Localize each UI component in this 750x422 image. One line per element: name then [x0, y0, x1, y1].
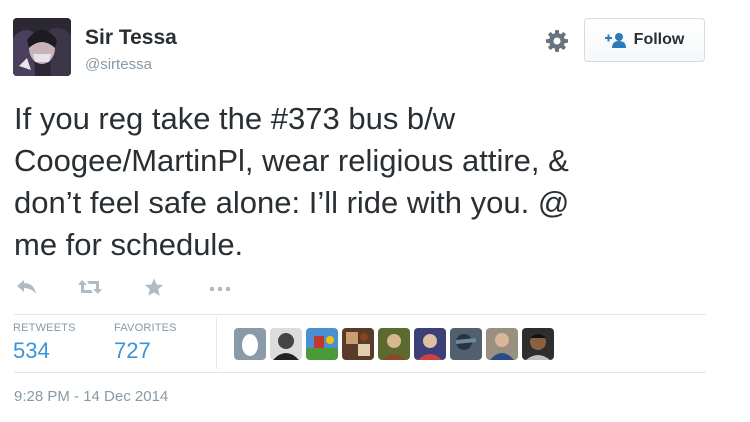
follow-button[interactable]: Follow	[584, 18, 705, 62]
avatar-icon[interactable]	[486, 328, 518, 360]
avatar-icon[interactable]	[450, 328, 482, 360]
user-avatar-icon	[13, 18, 71, 76]
avatar-icon[interactable]	[414, 328, 446, 360]
favoriters-list	[234, 328, 554, 360]
tweet-text: If you reg take the #373 bus b/w Coogee/…	[14, 101, 570, 262]
avatar-icon[interactable]	[378, 328, 410, 360]
author-handle[interactable]: @sirtessa	[85, 56, 152, 73]
more-icon[interactable]	[208, 278, 232, 301]
retweets-count[interactable]: 534	[13, 338, 50, 364]
avatar-icon[interactable]	[522, 328, 554, 360]
avatar-icon[interactable]	[306, 328, 338, 360]
follow-label: Follow	[633, 31, 685, 48]
favorites-label[interactable]: FAVORITES	[114, 322, 177, 334]
egg-avatar-icon[interactable]	[234, 328, 266, 360]
favorite-icon[interactable]	[144, 278, 164, 302]
add-user-icon	[604, 33, 626, 48]
stats-separator	[216, 317, 217, 369]
reply-icon[interactable]	[16, 278, 38, 301]
divider	[14, 314, 706, 315]
avatar-icon[interactable]	[342, 328, 374, 360]
gear-icon[interactable]	[543, 27, 571, 55]
tweet-timestamp[interactable]: 9:28 PM - 14 Dec 2014	[14, 388, 168, 405]
retweets-label[interactable]: RETWEETS	[13, 322, 76, 334]
author-avatar[interactable]	[13, 18, 71, 76]
divider	[14, 372, 706, 373]
author-display-name[interactable]: Sir Tessa	[85, 26, 177, 50]
favorites-count[interactable]: 727	[114, 338, 151, 364]
retweet-icon[interactable]	[77, 278, 103, 301]
avatar-icon[interactable]	[270, 328, 302, 360]
